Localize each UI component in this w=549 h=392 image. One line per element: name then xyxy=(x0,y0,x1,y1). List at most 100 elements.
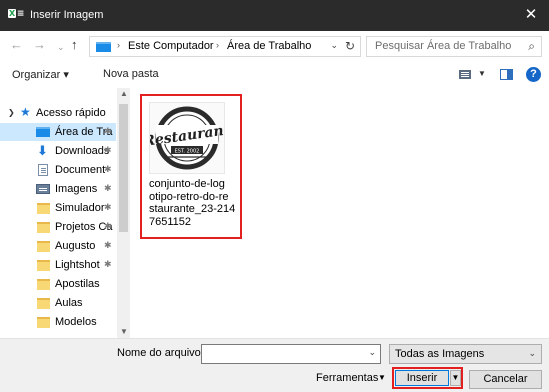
nav-item-downloads[interactable]: ⬇ Downloads ✱ xyxy=(0,142,116,160)
restaurant-logo-thumbnail: Restaurant EST. 2002 xyxy=(141,106,232,170)
nav-item-label: Lightshot xyxy=(55,259,100,271)
pin-icon: ✱ xyxy=(104,221,112,231)
search-placeholder: Pesquisar Área de Trabalho xyxy=(375,40,512,52)
nav-item-augusto[interactable]: Augusto ✱ xyxy=(0,237,116,255)
file-name-line: 7651152 xyxy=(149,215,192,228)
nav-item-aulas[interactable]: Aulas xyxy=(0,294,116,312)
excel-app-icon: X ≡ xyxy=(8,9,25,19)
file-list-area: Restaurant EST. 2002 conjunto-de-log oti… xyxy=(130,88,549,338)
images-icon xyxy=(36,184,50,194)
nav-item-label: Modelos xyxy=(55,316,97,328)
desktop-folder-icon xyxy=(96,42,111,52)
nav-item-label: Imagens xyxy=(55,183,98,195)
nav-item-label: Aulas xyxy=(55,297,83,309)
nav-item-label: Apostilas xyxy=(55,278,100,290)
folder-icon xyxy=(37,260,50,271)
pin-icon: ✱ xyxy=(104,164,112,174)
up-arrow-icon[interactable]: ↑ xyxy=(71,38,78,52)
address-row: ← → ⌄ ↑ › Este Computador › Área de Trab… xyxy=(0,31,549,61)
breadcrumb-separator[interactable]: › xyxy=(117,40,120,50)
nav-item-apostilas[interactable]: Apostilas xyxy=(0,275,116,293)
command-toolbar: Organizar ▾ Nova pasta ▼ ? xyxy=(0,61,549,88)
title-bar: X ≡ Inserir Imagem ✕ xyxy=(0,0,549,31)
window-title: Inserir Imagem xyxy=(30,9,104,21)
scroll-down-icon[interactable]: ▼ xyxy=(120,327,128,336)
help-icon[interactable]: ? xyxy=(526,67,541,82)
folder-icon xyxy=(37,203,50,214)
nav-item-label: Simulador xyxy=(55,202,105,214)
nav-item-images[interactable]: Imagens ✱ xyxy=(0,180,116,198)
folder-icon xyxy=(37,241,50,252)
breadcrumb-desktop[interactable]: Área de Trabalho xyxy=(227,40,311,52)
breadcrumb-separator[interactable]: › xyxy=(216,40,219,50)
forward-arrow-icon[interactable]: → xyxy=(33,38,46,52)
filename-dropdown-icon[interactable]: ⌄ xyxy=(368,347,376,358)
new-folder-button[interactable]: Nova pasta xyxy=(103,68,159,80)
cancel-button[interactable]: Cancelar xyxy=(469,370,542,389)
pin-icon: ✱ xyxy=(104,126,112,136)
preview-pane-icon[interactable] xyxy=(500,69,513,80)
view-options-icon[interactable] xyxy=(459,70,471,79)
insert-split-button[interactable]: Inserir ▼ xyxy=(392,367,463,389)
tools-label: Ferramentas xyxy=(316,372,379,384)
filename-label: Nome do arquivo: xyxy=(117,347,204,359)
folder-icon xyxy=(37,222,50,233)
nav-item-label: Downloads xyxy=(55,145,110,157)
search-icon[interactable]: ⌕ xyxy=(528,39,535,54)
folder-icon xyxy=(37,298,50,309)
nav-item-label: Document xyxy=(55,164,106,176)
navigation-scrollbar[interactable]: ▲ ▼ xyxy=(117,88,130,338)
search-input[interactable]: Pesquisar Área de Trabalho ⌕ xyxy=(366,36,542,57)
nav-item-label: Augusto xyxy=(55,240,96,252)
nav-item-lightshot[interactable]: Lightshot ✱ xyxy=(0,256,116,274)
dialog-footer: Nome do arquivo: ⌄ Todas as Imagens ⌄ Fe… xyxy=(0,338,549,392)
back-arrow-icon[interactable]: ← xyxy=(10,38,23,52)
insert-options-dropdown-icon[interactable]: ▼ xyxy=(450,370,461,386)
file-type-filter-value: Todas as Imagens xyxy=(395,348,485,360)
address-dropdown-icon[interactable]: ⌄ xyxy=(330,40,338,51)
document-icon xyxy=(38,164,48,176)
folder-icon xyxy=(37,279,50,290)
chevron-down-icon: ⌄ xyxy=(528,348,536,358)
scroll-up-icon[interactable]: ▲ xyxy=(120,89,128,98)
nav-item-projetos[interactable]: Projetos Ca ✱ xyxy=(0,218,116,236)
file-name-line: staurante_23-214 xyxy=(149,203,236,215)
recent-locations-dropdown-icon[interactable]: ⌄ xyxy=(57,40,65,54)
tools-dropdown-icon: ▼ xyxy=(378,373,386,382)
pin-icon: ✱ xyxy=(104,240,112,250)
file-name: conjunto-de-log otipo-retro-do-re staura… xyxy=(149,178,239,228)
desktop-folder-icon xyxy=(36,127,50,137)
folder-icon xyxy=(37,317,50,328)
pin-icon: ✱ xyxy=(104,202,112,212)
nav-item-desktop[interactable]: Área de Tra ✱ xyxy=(0,123,116,141)
file-thumbnail: Restaurant EST. 2002 xyxy=(141,102,232,174)
file-type-filter-select[interactable]: Todas as Imagens ⌄ xyxy=(389,344,542,364)
close-icon[interactable]: ✕ xyxy=(521,5,541,25)
nav-quick-access[interactable]: ❯ ★ Acesso rápido xyxy=(0,104,116,122)
file-name-line: conjunto-de-log xyxy=(149,178,225,190)
pin-icon: ✱ xyxy=(104,183,112,193)
scrollbar-thumb[interactable] xyxy=(119,104,128,232)
refresh-icon[interactable]: ↻ xyxy=(345,39,355,53)
filename-field[interactable]: ⌄ xyxy=(201,344,381,364)
tools-menu-button[interactable]: Ferramentas ▼ xyxy=(316,372,386,384)
pin-icon: ✱ xyxy=(104,145,112,155)
nav-item-documents[interactable]: Document ✱ xyxy=(0,161,116,179)
nav-item-modelos[interactable]: Modelos xyxy=(0,313,116,331)
file-name-line: otipo-retro-do-re xyxy=(149,190,229,203)
file-item-restaurant-logo[interactable]: Restaurant EST. 2002 conjunto-de-log oti… xyxy=(140,94,242,239)
logo-est-text: EST. 2002 xyxy=(175,149,200,155)
address-bar[interactable]: › Este Computador › Área de Trabalho ⌄ ↻ xyxy=(89,36,361,57)
nav-item-simulador[interactable]: Simulador ✱ xyxy=(0,199,116,217)
star-icon: ★ xyxy=(20,105,31,119)
insert-button[interactable]: Inserir xyxy=(395,370,449,386)
download-icon: ⬇ xyxy=(37,143,48,158)
organize-menu-button[interactable]: Organizar ▾ xyxy=(12,68,69,81)
breadcrumb-this-pc[interactable]: Este Computador xyxy=(128,40,214,52)
excel-logo-mark: X xyxy=(8,9,16,18)
view-dropdown-icon[interactable]: ▼ xyxy=(478,69,486,78)
navigation-pane: ❯ ★ Acesso rápido Área de Tra ✱ ⬇ Downlo… xyxy=(0,88,130,338)
expand-chevron-icon[interactable]: ❯ xyxy=(8,108,15,117)
nav-item-label: Acesso rápido xyxy=(36,107,106,119)
pin-icon: ✱ xyxy=(104,259,112,269)
